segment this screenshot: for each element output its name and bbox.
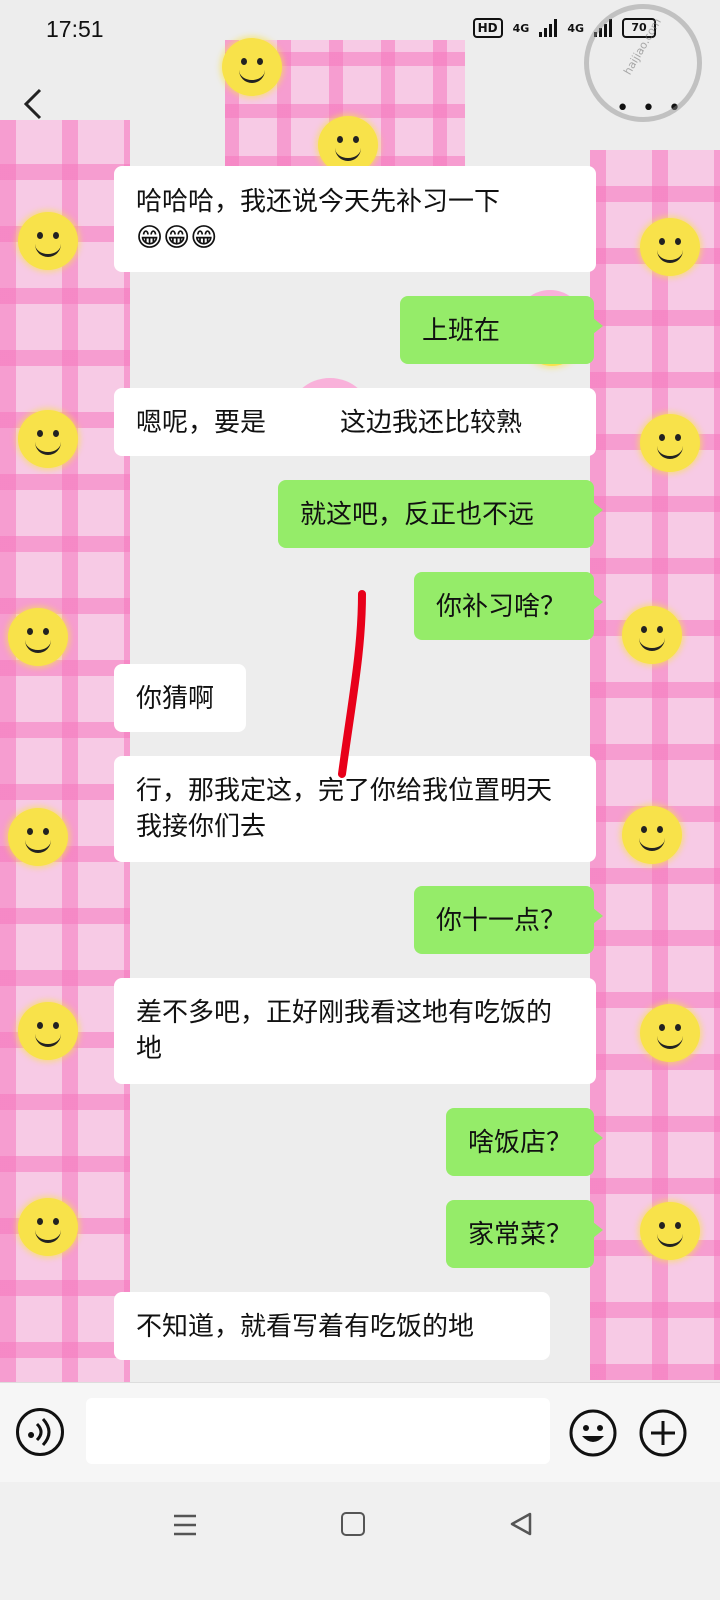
message-outgoing[interactable]: 上班在 [400, 296, 603, 364]
plus-icon[interactable] [638, 1408, 688, 1458]
watermark-seal [584, 4, 702, 122]
message-outgoing[interactable]: 啥饭店？ [446, 1108, 603, 1176]
smiley-sticker [640, 414, 700, 472]
message-outgoing[interactable]: 你补习啥？ [414, 572, 603, 640]
smiley-sticker [640, 1202, 700, 1260]
smiley-sticker [18, 212, 78, 270]
message-incoming[interactable]: 嗯呢，要是 这边我还比较熟 [114, 388, 596, 456]
grin-emoji-icon: 😁😁😁 [136, 223, 218, 253]
message-text: 就这吧，反正也不远 [300, 500, 535, 530]
back-chevron-icon[interactable] [22, 88, 44, 120]
message-incoming[interactable]: 哈哈哈，我还说今天先补习一下 😁😁😁 [114, 166, 596, 272]
hd-badge: HD [472, 18, 503, 38]
message-input[interactable] [86, 1398, 550, 1464]
message-incoming[interactable]: 你猜啊 [114, 664, 246, 732]
emoji-icon[interactable] [568, 1408, 618, 1458]
status-time: 17:51 [46, 16, 104, 42]
network-type-1: 4G [512, 21, 530, 35]
signal-icon [539, 19, 558, 37]
message-text: 差不多吧，正好刚我看这地有吃饭的地 [136, 998, 553, 1064]
sticker-grid-right [590, 150, 720, 1380]
message-text: 上班在 [422, 316, 501, 346]
message-text: 你十一点？ [436, 906, 567, 936]
message-text: 不知道，就看写着有吃饭的地 [136, 1312, 475, 1342]
smiley-sticker [18, 1198, 78, 1256]
message-text: 嗯呢，要是 [136, 408, 267, 438]
smiley-sticker [622, 806, 682, 864]
message-text: 行，那我定这，完了你给我位置明天我接你们去 [136, 776, 553, 842]
message-text: 啥饭店？ [468, 1128, 573, 1158]
smiley-sticker [622, 606, 682, 664]
message-text-tail: 这边我还比较熟 [340, 408, 523, 438]
smiley-sticker [8, 808, 68, 866]
smiley-sticker [18, 1002, 78, 1060]
message-outgoing[interactable]: 家常菜？ [446, 1200, 603, 1268]
message-incoming[interactable]: 差不多吧，正好刚我看这地有吃饭的地 [114, 978, 596, 1084]
smiley-sticker [222, 38, 282, 96]
menu-icon[interactable] [172, 1512, 198, 1538]
message-text: 你补习啥？ [436, 592, 567, 622]
smiley-sticker [18, 410, 78, 468]
message-outgoing[interactable]: 你十一点？ [414, 886, 603, 954]
red-annotation-mark [338, 590, 366, 778]
smiley-sticker [640, 218, 700, 276]
home-icon[interactable] [341, 1512, 365, 1536]
voice-icon[interactable] [16, 1408, 64, 1456]
system-nav-bar [0, 1482, 720, 1600]
message-text: 哈哈哈，我还说今天先补习一下 [136, 187, 501, 217]
message-text: 你猜啊 [136, 684, 215, 714]
message-text: 家常菜？ [468, 1220, 573, 1250]
back-triangle-icon[interactable] [508, 1510, 536, 1538]
smiley-sticker [640, 1004, 700, 1062]
smiley-sticker [8, 608, 68, 666]
network-type-2: 4G [567, 21, 584, 35]
message-outgoing[interactable]: 就这吧，反正也不远 [278, 480, 603, 548]
message-incoming[interactable]: 不知道，就看写着有吃饭的地 [114, 1292, 550, 1360]
